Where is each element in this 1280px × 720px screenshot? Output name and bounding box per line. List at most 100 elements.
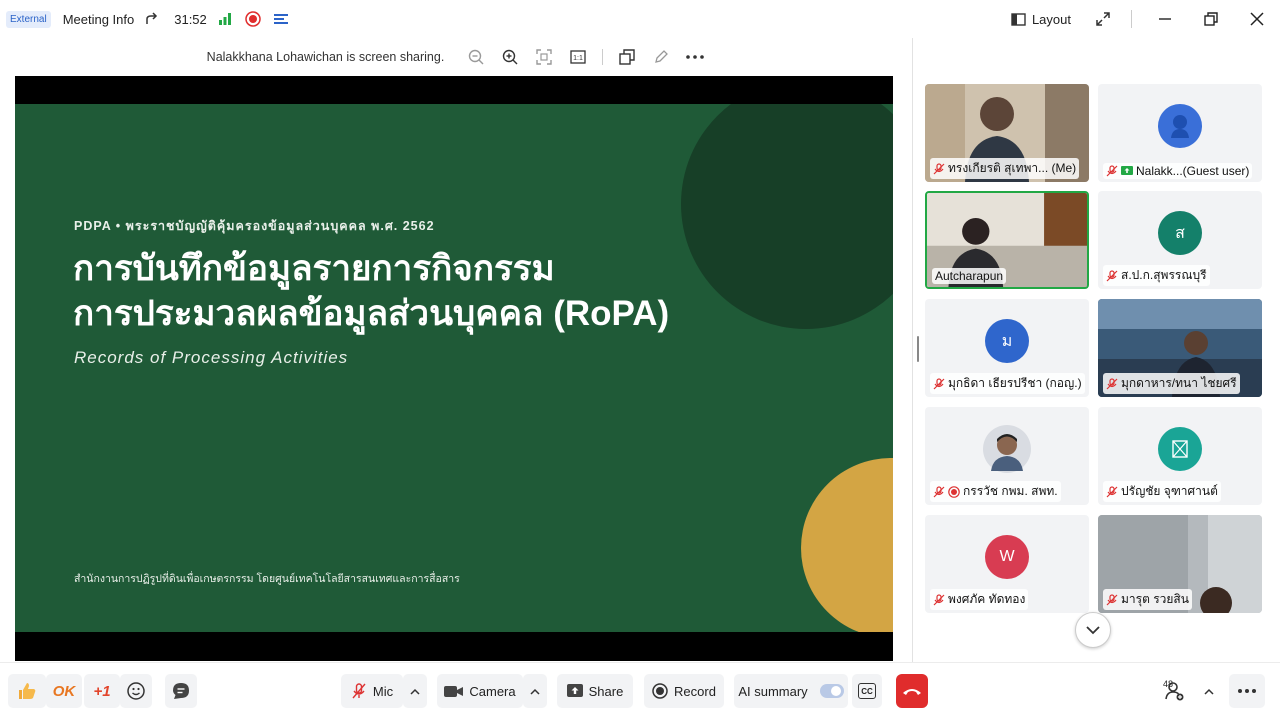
minimize-button[interactable] xyxy=(1142,0,1188,38)
participant-count: 48 xyxy=(1163,679,1174,689)
share-link-icon[interactable] xyxy=(142,9,162,29)
restore-icon xyxy=(1204,12,1218,26)
fullscreen-icon[interactable] xyxy=(1093,9,1113,29)
camera-label: Camera xyxy=(469,683,516,699)
user-avatar-icon xyxy=(1171,115,1189,138)
zoom-in-icon[interactable] xyxy=(500,47,520,67)
participant-name-text: มุกธิดา เธียรปรีชา (กอญ.) xyxy=(948,376,1082,390)
camera-icon xyxy=(444,685,464,697)
mic-muted-icon xyxy=(933,593,945,605)
ok-reaction-button[interactable]: OK xyxy=(46,674,82,708)
ai-summary-toggle[interactable] xyxy=(819,684,844,698)
scroll-down-button[interactable] xyxy=(1075,612,1111,648)
participant-name-text: Nalakk...(Guest user) xyxy=(1136,164,1250,178)
slide-decoration-dark-circle xyxy=(681,104,893,329)
mic-muted-icon xyxy=(933,377,945,389)
thumbs-up-icon xyxy=(19,683,36,699)
fit-window-icon[interactable] xyxy=(534,47,554,67)
avatar-initial: ม xyxy=(1001,332,1013,350)
slide-title-line-2: การประมวลผลข้อมูลส่วนบุคคล (RoPA) xyxy=(73,294,670,333)
recording-icon xyxy=(948,485,960,498)
avatar xyxy=(1158,427,1202,471)
plus-one-reaction-button[interactable]: +1 xyxy=(84,674,120,708)
participant-tile[interactable]: Nalakk...(Guest user) xyxy=(1098,84,1262,182)
chevron-up-icon xyxy=(1204,688,1214,695)
network-signal-icon[interactable] xyxy=(215,9,235,29)
shared-screen-area: Nalakkhana Lohawichan is screen sharing.… xyxy=(0,38,912,662)
plus-one-reaction-label: +1 xyxy=(93,682,111,700)
restore-button[interactable] xyxy=(1188,0,1234,38)
participant-photo xyxy=(983,425,1031,473)
record-button[interactable]: Record xyxy=(644,674,724,708)
close-button[interactable] xyxy=(1234,0,1280,38)
participant-tile[interactable]: มุกดาหาร/ทนา ไชยศรี xyxy=(1098,299,1262,397)
avatar: ส xyxy=(1158,211,1202,255)
more-button[interactable] xyxy=(1229,674,1265,708)
bottom-toolbar: OK +1 Mic Camera Share Record AI summary… xyxy=(0,662,1280,720)
share-screen-button[interactable]: Share xyxy=(557,674,633,708)
more-options-icon xyxy=(1238,689,1256,693)
participant-name-text: มารุต รวยสิน xyxy=(1121,592,1189,606)
chevron-up-icon xyxy=(410,688,420,695)
emoji-reaction-button[interactable] xyxy=(120,674,152,708)
camera-options-button[interactable] xyxy=(523,674,547,708)
camera-button[interactable]: Camera xyxy=(437,674,523,708)
annotate-icon[interactable] xyxy=(651,47,671,67)
end-call-button[interactable] xyxy=(896,674,928,708)
mic-button[interactable]: Mic xyxy=(341,674,403,708)
zoom-out-icon[interactable] xyxy=(466,47,486,67)
svg-text:1:1: 1:1 xyxy=(573,55,583,62)
subtitles-icon[interactable] xyxy=(271,9,291,29)
screen-share-bar: Nalakkhana Lohawichan is screen sharing.… xyxy=(0,38,912,76)
presentation-slide: PDPA • พระราชบัญญัติคุ้มครองข้อมูลส่วนบุ… xyxy=(15,104,893,632)
participant-name-text: ส.ป.ก.สุพรรณบุรี xyxy=(1121,268,1207,282)
mic-muted-icon xyxy=(352,683,366,699)
recording-indicator-icon[interactable] xyxy=(243,9,263,29)
participants-button[interactable] xyxy=(1155,674,1195,708)
ai-summary-label: AI summary xyxy=(738,683,808,699)
thumbs-up-reaction-button[interactable] xyxy=(8,674,46,708)
participant-tile[interactable]: ม มุกธิดา เธียรปรีชา (กอญ.) xyxy=(925,299,1089,397)
mic-options-button[interactable] xyxy=(403,674,427,708)
more-options-icon[interactable] xyxy=(685,47,705,67)
chevron-up-icon xyxy=(530,688,540,695)
participant-tile[interactable]: กรรวัช กพม. สพท. xyxy=(925,407,1089,505)
minimize-icon xyxy=(1159,18,1171,20)
participant-tile[interactable]: มารุต รวยสิน xyxy=(1098,515,1262,613)
participant-tile[interactable]: W พงศภัค ทัดทอง xyxy=(925,515,1089,613)
participant-name-text: Autcharapun xyxy=(935,269,1004,283)
participant-tile[interactable]: ทรงเกียรติ สุเทพา... (Me) xyxy=(925,84,1089,182)
panel-resize-handle[interactable] xyxy=(917,336,919,362)
mic-muted-icon xyxy=(933,162,945,174)
ai-summary-button[interactable]: AI summary xyxy=(734,674,848,708)
participant-name-text: ปรัญชัย จุฑาศานต์ xyxy=(1121,484,1218,498)
participant-tile[interactable]: ส ส.ป.ก.สุพรรณบุรี xyxy=(1098,191,1262,289)
mic-muted-icon xyxy=(1106,269,1118,281)
chat-button[interactable] xyxy=(165,674,197,708)
slide-title: การบันทึกข้อมูลรายการกิจกรรม การประมวลผล… xyxy=(73,246,669,336)
layout-label: Layout xyxy=(1031,11,1071,27)
captions-button[interactable]: CC xyxy=(852,674,882,708)
mic-label: Mic xyxy=(372,683,394,699)
mic-muted-icon xyxy=(1106,593,1118,605)
participant-name-text: ทรงเกียรติ สุเทพา... (Me) xyxy=(948,161,1077,175)
emoji-icon xyxy=(127,682,145,700)
layout-button[interactable]: Layout xyxy=(1011,12,1071,27)
mic-muted-icon xyxy=(1106,485,1118,497)
avatar-initial: W xyxy=(999,548,1015,565)
participant-tile[interactable]: ปรัญชัย จุฑาศานต์ xyxy=(1098,407,1262,505)
divider xyxy=(602,49,604,65)
meeting-info-button[interactable]: Meeting Info xyxy=(63,12,135,27)
participants-options-button[interactable] xyxy=(1197,674,1221,708)
participant-tile-active-speaker[interactable]: Autcharapun xyxy=(925,191,1089,289)
share-label: Share xyxy=(588,683,624,699)
participant-name: มารุต รวยสิน xyxy=(1103,589,1192,610)
new-window-icon[interactable] xyxy=(617,47,637,67)
record-label: Record xyxy=(674,683,716,699)
external-tag: External xyxy=(6,10,51,28)
user-placeholder-icon xyxy=(1172,440,1188,458)
actual-size-icon[interactable]: 1:1 xyxy=(568,47,588,67)
ok-reaction-label: OK xyxy=(52,682,76,700)
avatar xyxy=(1158,104,1202,148)
screen-share-icon xyxy=(1121,166,1133,175)
